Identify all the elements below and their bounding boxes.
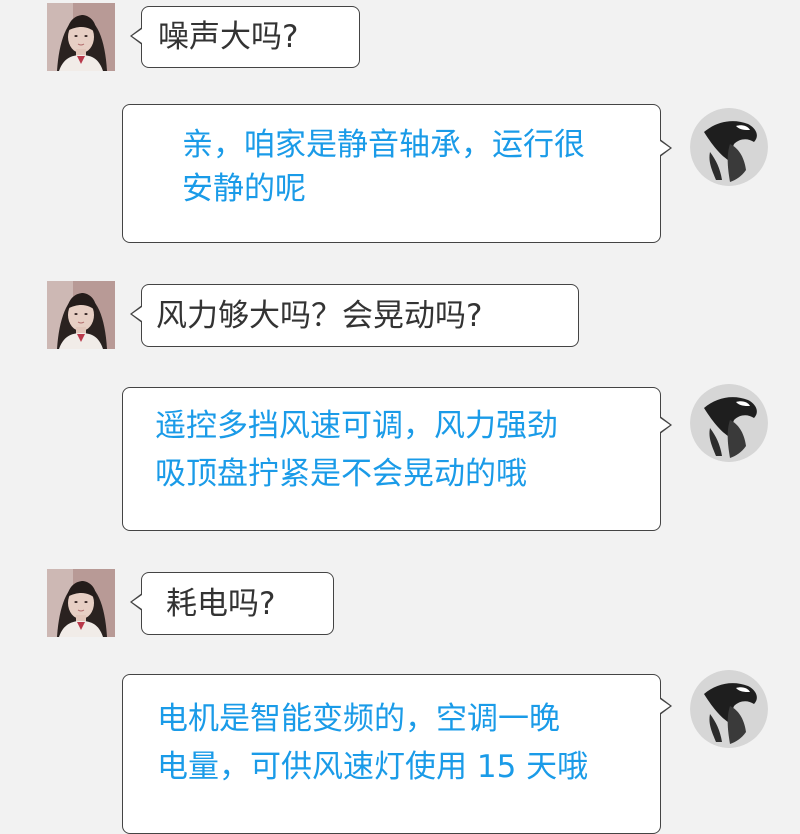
message-bubble: 亲，咱家是静音轴承，运行很 安静的呢 — [122, 104, 672, 243]
customer-avatar-icon[interactable] — [47, 569, 115, 637]
message-text: 遥控多挡风速可调，风力强劲 吸顶盘拧紧是不会晃动的哦 — [155, 408, 558, 492]
message-text: 电机是智能变频的，空调一晚 电量，可供风速灯使用 15 天哦 — [157, 701, 589, 785]
message-bubble: 噪声大吗? — [130, 6, 360, 68]
seller-avatar-icon[interactable] — [690, 670, 768, 748]
message-text: 噪声大吗? — [158, 19, 299, 55]
message-bubble: 耗电吗? — [130, 572, 334, 635]
chat-conversation: 噪声大吗? 亲，咱家是静音轴承，运行很 安静的呢 风力够大吗？会晃动吗? 遥控多… — [0, 0, 800, 834]
seller-avatar-icon[interactable] — [690, 384, 768, 462]
message-bubble: 风力够大吗？会晃动吗? — [130, 284, 579, 347]
message-bubble: 遥控多挡风速可调，风力强劲 吸顶盘拧紧是不会晃动的哦 — [122, 387, 672, 531]
message-bubble: 电机是智能变频的，空调一晚 电量，可供风速灯使用 15 天哦 — [122, 674, 672, 834]
message-text: 亲，咱家是静音轴承，运行很 安静的呢 — [182, 127, 585, 207]
message-text: 风力够大吗？会晃动吗? — [156, 298, 483, 334]
customer-avatar-icon[interactable] — [47, 281, 115, 349]
message-text: 耗电吗? — [166, 586, 276, 622]
seller-avatar-icon[interactable] — [690, 108, 768, 186]
customer-avatar-icon[interactable] — [47, 3, 115, 71]
